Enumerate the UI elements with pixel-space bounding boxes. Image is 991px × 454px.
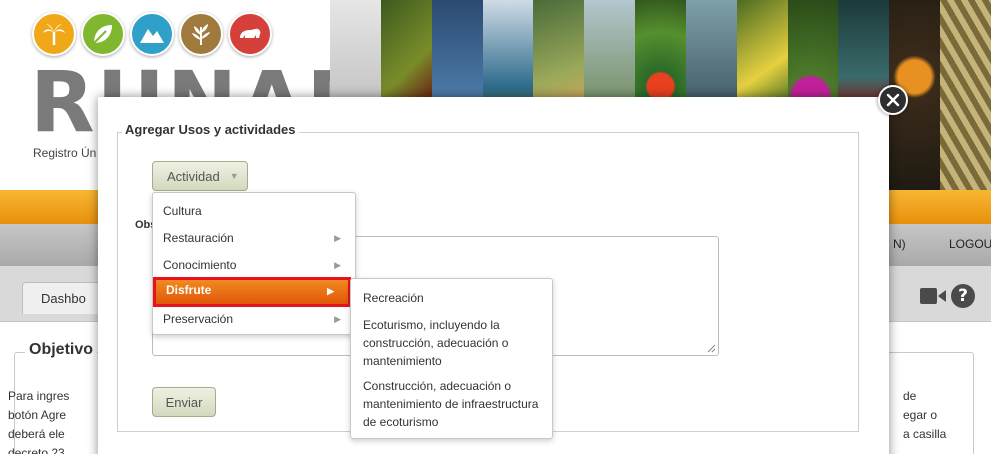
logo-subtitle: Registro Ún [33, 146, 97, 160]
enviar-button[interactable]: Enviar [152, 387, 216, 417]
menu-item-label: Restauración [163, 231, 234, 245]
chevron-right-icon: ▶ [334, 260, 341, 270]
logo-icons [32, 12, 272, 56]
photo-tile [940, 0, 991, 192]
chevron-right-icon: ▶ [334, 314, 341, 324]
submenu-item-recreacion[interactable]: Recreación [363, 289, 548, 307]
objetivo-text-line: de [903, 389, 917, 403]
close-modal-button[interactable] [878, 85, 908, 115]
menu-item-restauracion[interactable]: Restauración ▶ [153, 226, 355, 252]
palm-tree-icon [32, 12, 76, 56]
objetivo-title: Objetivo [25, 341, 98, 359]
disfrute-submenu: Recreación Ecoturismo, incluyendo la con… [350, 278, 553, 439]
chevron-right-icon: ▶ [334, 233, 341, 243]
submenu-item-ecoturismo[interactable]: Ecoturismo, incluyendo la construcción, … [363, 316, 548, 370]
menu-item-label: Cultura [163, 204, 202, 218]
objetivo-text-line: egar o [903, 408, 938, 422]
actividad-label: Actividad [167, 168, 220, 184]
menu-item-cultura[interactable]: Cultura [153, 199, 355, 225]
close-icon [886, 93, 900, 107]
video-camera-icon[interactable] [920, 287, 946, 305]
resize-grip-icon[interactable] [706, 343, 716, 353]
logout-link[interactable]: LOGOUT [949, 237, 991, 251]
leaf-icon [81, 12, 125, 56]
menu-item-label: Preservación [163, 312, 234, 326]
mountain-icon [130, 12, 174, 56]
actividad-menu: Cultura Restauración ▶ Conocimiento ▶ Di… [152, 192, 356, 335]
objetivo-text-line: a casilla [903, 427, 947, 441]
objetivo-text-line: deberá ele [8, 427, 65, 441]
user-menu-fragment[interactable]: N) [893, 237, 906, 251]
submenu-item-infraestructura[interactable]: Construcción, adecuación o mantenimiento… [363, 377, 548, 431]
objetivo-text-line: botón Agre [8, 408, 67, 422]
menu-item-label: Disfrute [166, 283, 212, 297]
caret-down-icon: ▼ [229, 171, 239, 181]
objetivo-text-line: decreto 23 [8, 446, 65, 454]
modal-title: Agregar Usos y actividades [122, 122, 299, 137]
actividad-dropdown-button[interactable]: Actividad ▼ [152, 161, 248, 191]
menu-item-conocimiento[interactable]: Conocimiento ▶ [153, 253, 355, 279]
menu-item-preservacion[interactable]: Preservación ▶ [153, 307, 355, 333]
menu-item-label: Conocimiento [163, 258, 237, 272]
objetivo-text-line: Para ingres [8, 389, 70, 403]
help-icon[interactable]: ? [951, 284, 975, 308]
bear-icon [228, 12, 272, 56]
menu-item-disfrute[interactable]: Disfrute ▶ [153, 277, 351, 307]
plant-icon [179, 12, 223, 56]
chevron-right-icon: ▶ [327, 286, 334, 296]
